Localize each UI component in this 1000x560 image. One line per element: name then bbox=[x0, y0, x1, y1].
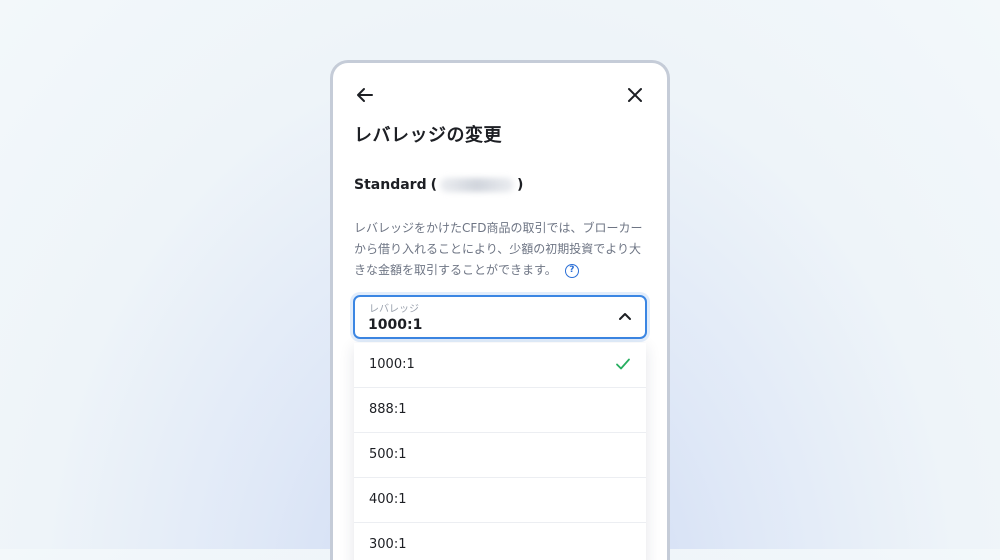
arrow-left-icon bbox=[357, 88, 373, 102]
leverage-description: レバレッジをかけたCFD商品の取引では、ブローカーから借り入れることにより、少額… bbox=[354, 218, 646, 281]
chevron-up-icon bbox=[619, 313, 631, 320]
close-paren: ) bbox=[517, 177, 524, 193]
account-name: Standard ( ) bbox=[354, 177, 523, 193]
option-label: 888:1 bbox=[369, 402, 407, 417]
leverage-select[interactable]: レバレッジ 1000:1 bbox=[353, 295, 647, 339]
modal-window: レバレッジの変更 Standard ( ) レバレッジをかけたCFD商品の取引で… bbox=[330, 60, 670, 560]
option-label: 500:1 bbox=[369, 447, 407, 462]
page-title: レバレッジの変更 bbox=[354, 125, 502, 146]
option-label: 300:1 bbox=[369, 537, 407, 552]
open-paren: ( bbox=[430, 177, 437, 193]
account-type: Standard bbox=[354, 177, 427, 193]
option-400-1[interactable]: 400:1 bbox=[354, 478, 646, 523]
description-text: レバレッジをかけたCFD商品の取引では、ブローカーから借り入れることにより、少額… bbox=[354, 221, 643, 277]
blurred-account-id bbox=[440, 178, 514, 192]
select-value: 1000:1 bbox=[368, 317, 423, 333]
option-label: 1000:1 bbox=[369, 357, 415, 372]
option-label: 400:1 bbox=[369, 492, 407, 507]
option-1000-1[interactable]: 1000:1 bbox=[354, 343, 646, 388]
close-icon bbox=[628, 88, 642, 102]
question-circle-icon[interactable]: ? bbox=[564, 263, 579, 278]
option-500-1[interactable]: 500:1 bbox=[354, 433, 646, 478]
option-888-1[interactable]: 888:1 bbox=[354, 388, 646, 433]
checkmark-icon bbox=[616, 358, 630, 370]
back-button[interactable] bbox=[351, 81, 379, 109]
leverage-options-list: 1000:1 888:1 500:1 400:1 300:1 bbox=[354, 343, 646, 560]
help-glyph: ? bbox=[569, 265, 575, 275]
close-button[interactable] bbox=[621, 81, 649, 109]
select-label: レバレッジ bbox=[369, 304, 419, 315]
option-300-1[interactable]: 300:1 bbox=[354, 523, 646, 560]
